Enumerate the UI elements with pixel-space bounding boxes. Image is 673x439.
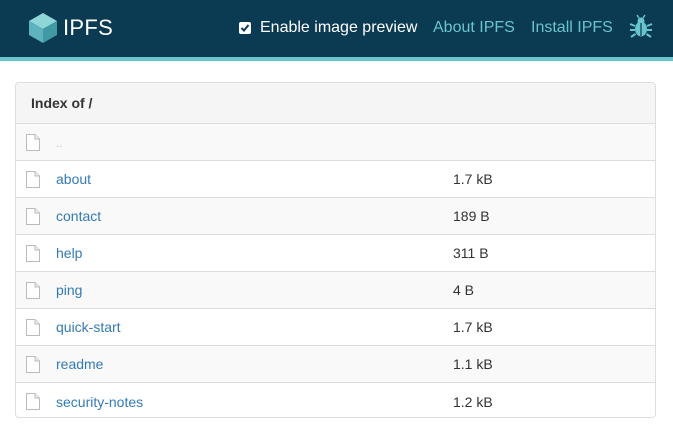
file-name-link[interactable]: about [56, 171, 91, 187]
file-size: 189 B [453, 208, 490, 224]
file-size: 1.7 kB [453, 171, 493, 187]
header-accent-stripe [0, 57, 673, 61]
file-row[interactable]: quick-start 1.7 kB [16, 309, 655, 346]
file-icon [26, 356, 40, 378]
file-icon [26, 393, 40, 415]
file-size: 1.7 kB [453, 319, 493, 335]
file-row[interactable]: help 311 B [16, 235, 655, 272]
about-ipfs-link[interactable]: About IPFS [433, 17, 515, 39]
ipfs-cube-icon [29, 13, 57, 43]
logo-text: IPFS [63, 15, 114, 40]
file-name-link[interactable]: help [56, 245, 82, 261]
top-header: IPFS Enable image preview About IPFS Ins… [0, 0, 673, 57]
listing-title: Index of / [16, 83, 655, 124]
file-list: .. about 1.7 kB contact 189 B help 311 B ping 4… [16, 124, 655, 417]
parent-directory-link[interactable]: .. [56, 136, 63, 150]
file-row[interactable]: security-notes 1.2 kB [16, 383, 655, 417]
file-icon [26, 282, 40, 304]
file-row[interactable]: contact 189 B [16, 198, 655, 235]
image-preview-label: Enable image preview [260, 19, 418, 36]
file-size: 1.1 kB [453, 356, 493, 372]
bug-icon[interactable] [628, 14, 654, 45]
ipfs-logo[interactable]: IPFS [28, 10, 113, 46]
file-row[interactable]: ping 4 B [16, 272, 655, 309]
file-name-link[interactable]: security-notes [56, 394, 143, 410]
image-preview-toggle[interactable]: Enable image preview [239, 17, 417, 39]
install-ipfs-link[interactable]: Install IPFS [531, 17, 613, 39]
file-row[interactable]: readme 1.1 kB [16, 346, 655, 383]
file-row[interactable]: about 1.7 kB [16, 161, 655, 198]
file-icon [26, 245, 40, 267]
directory-listing-panel: Index of / .. about 1.7 kB contact 189 B hel… [15, 82, 656, 418]
file-size: 4 B [453, 282, 475, 298]
file-icon [26, 319, 40, 341]
image-preview-checkbox[interactable] [239, 22, 251, 34]
file-size: 1.2 kB [453, 393, 493, 410]
file-name-link[interactable]: ping [56, 282, 82, 298]
file-name-link[interactable]: quick-start [56, 319, 121, 335]
parent-directory-row[interactable]: .. [16, 124, 655, 161]
file-size: 311 B [453, 245, 489, 261]
file-name-link[interactable]: contact [56, 208, 101, 224]
file-icon [26, 171, 40, 193]
file-name-link[interactable]: readme [56, 356, 103, 372]
file-icon [26, 208, 40, 230]
checkmark-icon [240, 24, 250, 32]
file-icon [26, 134, 40, 156]
